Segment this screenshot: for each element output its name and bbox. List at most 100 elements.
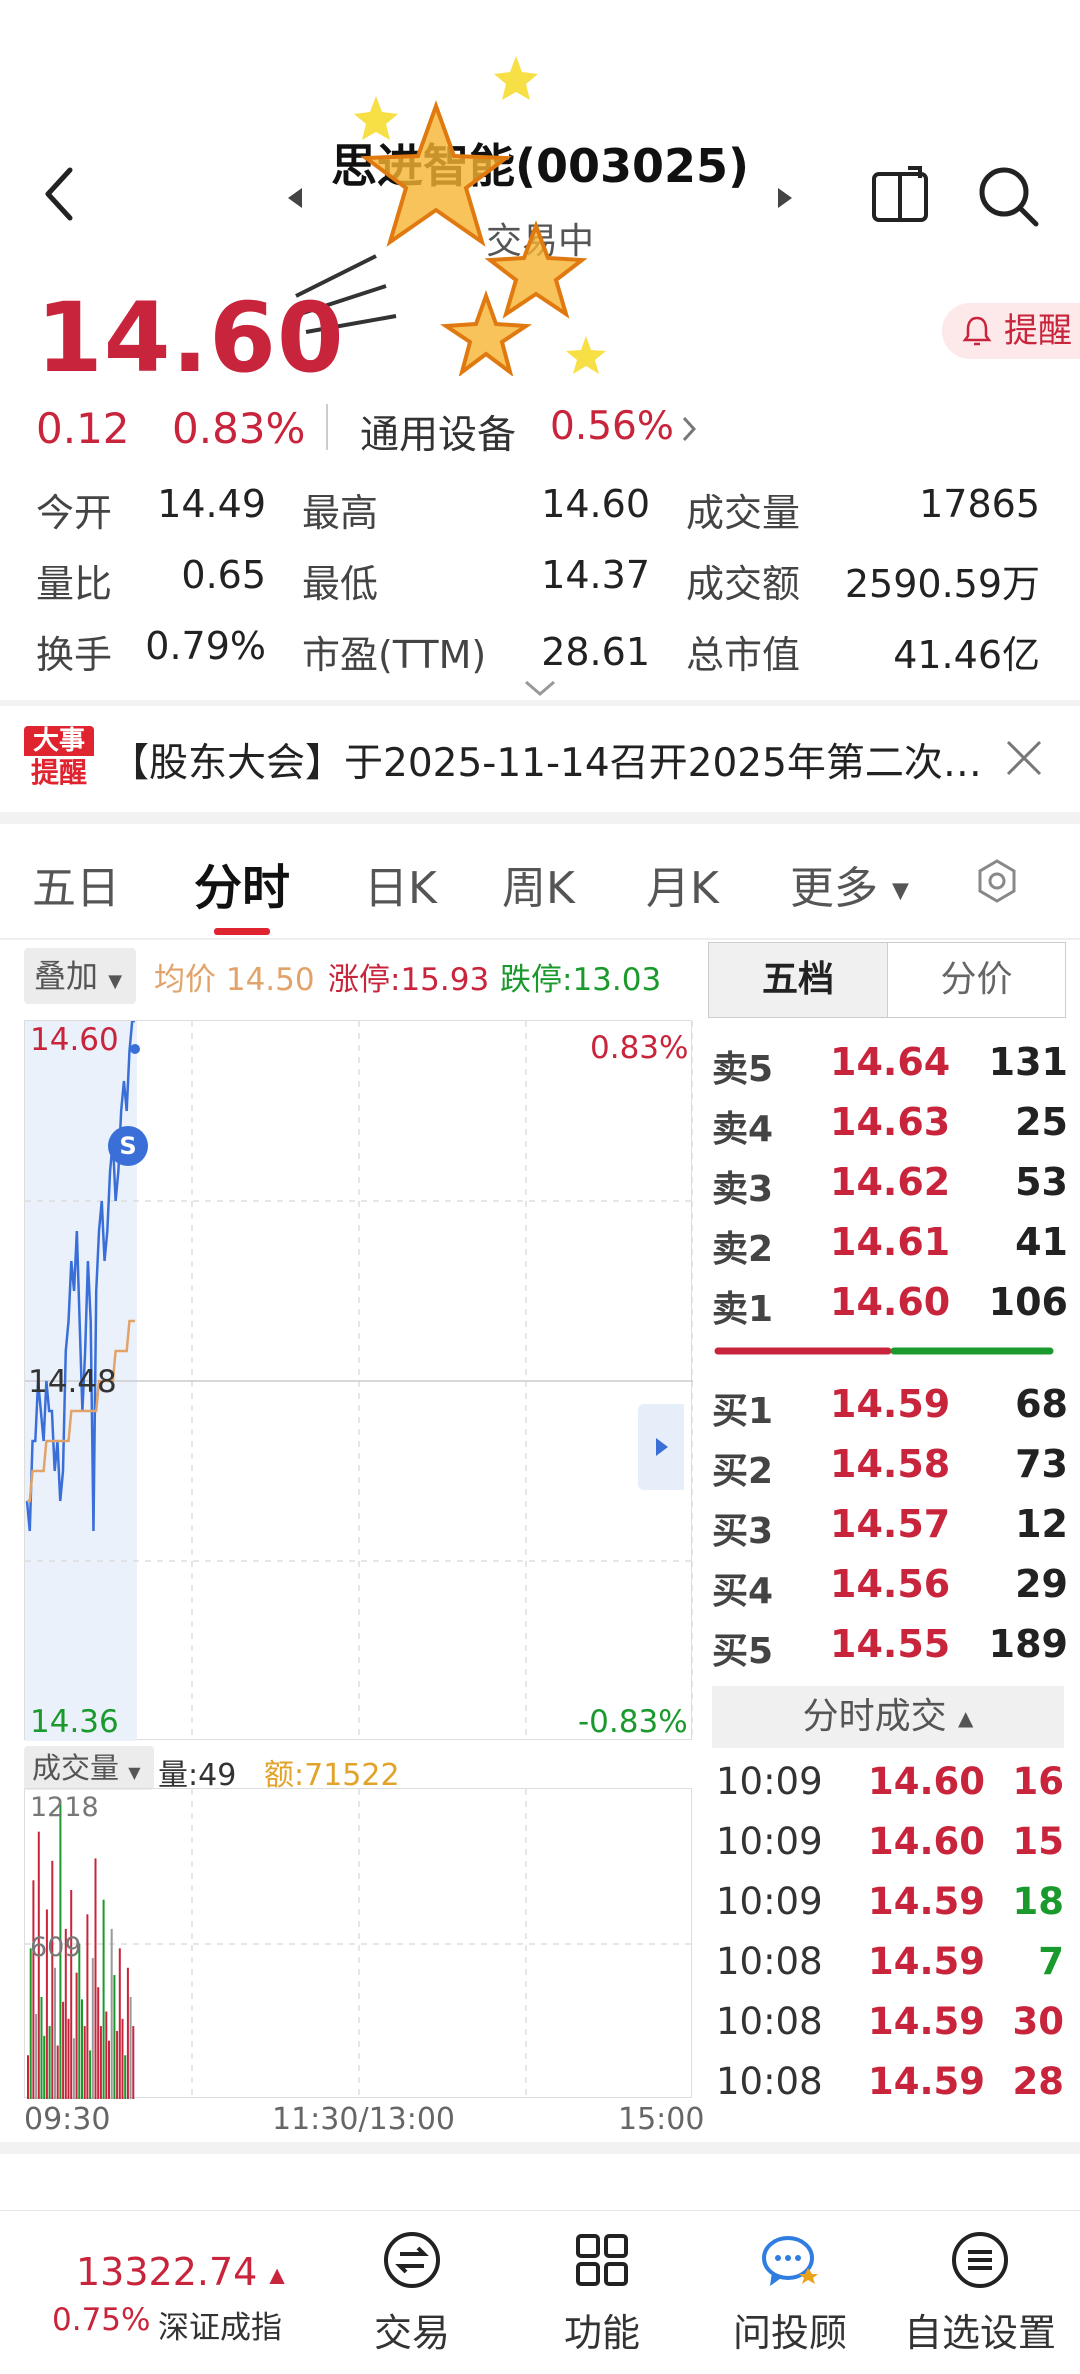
stat-open-label: 今开 xyxy=(36,491,113,535)
close-icon[interactable] xyxy=(1004,738,1044,778)
index-value[interactable]: 13322.74 ▲ xyxy=(76,2250,285,2294)
tick-volume: 30 xyxy=(1012,2000,1065,2043)
volume-bar xyxy=(83,2026,86,2099)
bids-level-label: 买4 xyxy=(712,1571,774,1612)
volume-bar xyxy=(70,1890,73,2099)
limit-up-label: 涨停:15.93 xyxy=(328,962,490,998)
bids-level-volume: 73 xyxy=(1015,1442,1068,1486)
sector-name[interactable]: 通用设备 xyxy=(360,404,516,460)
tab-price-dist[interactable]: 分价 xyxy=(887,943,1065,1017)
tab-weekly-k[interactable]: 周K xyxy=(502,852,575,916)
stat-turnover: 0.79% xyxy=(145,624,266,668)
volume-bar xyxy=(56,2045,59,2099)
remind-button[interactable]: 提醒 xyxy=(942,303,1080,359)
chevron-right-icon[interactable] xyxy=(680,414,700,444)
news-text[interactable]: 【股东大会】于2025-11-14召开2025年第二次… xyxy=(110,732,990,788)
stat-turnover-label: 换手 xyxy=(36,633,113,677)
tick-volume: 7 xyxy=(1038,1940,1064,1983)
asks-level-volume: 106 xyxy=(988,1280,1068,1324)
tab-daily-k[interactable]: 日K xyxy=(364,852,437,916)
caret-up-icon: ▲ xyxy=(269,2262,285,2287)
asks-level-price: 14.64 xyxy=(830,1040,951,1084)
tick-volume: 18 xyxy=(1012,1880,1065,1923)
y-axis-top: 14.60 xyxy=(30,1022,119,1058)
pct-axis-top: 0.83% xyxy=(590,1030,689,1066)
volume-chart[interactable] xyxy=(24,1788,693,2099)
search-icon[interactable] xyxy=(976,164,1042,230)
tab-five-levels[interactable]: 五档 xyxy=(709,943,887,1017)
tab-intraday[interactable]: 分时 xyxy=(194,848,290,918)
divider xyxy=(0,700,1080,706)
volume-selector[interactable]: 成交量 ▼ xyxy=(24,1746,154,1790)
tick-volume: 16 xyxy=(1012,1760,1065,1803)
nav-trade-label: 交易 xyxy=(373,2311,450,2355)
latest-price-dot xyxy=(130,1044,140,1054)
sector-pct[interactable]: 0.56% xyxy=(550,404,674,449)
tab-more[interactable]: 更多 ▼ xyxy=(790,852,909,916)
ticks-title: 分时成交 xyxy=(802,1696,947,1737)
stat-mcap-label: 总市值 xyxy=(686,633,801,677)
asks-level-label: 卖4 xyxy=(712,1109,774,1150)
stat-mcap: 41.46亿 xyxy=(893,633,1040,677)
time-mid: 11:30/13:00 xyxy=(272,2102,456,2137)
asks-level-volume: 25 xyxy=(1015,1100,1068,1144)
volume-bar xyxy=(89,2050,92,2099)
volume-bar xyxy=(91,1958,94,2099)
bids-level-price: 14.56 xyxy=(830,1562,951,1606)
nav-functions-label: 功能 xyxy=(563,2311,640,2355)
nav-settings-label: 自选设置 xyxy=(903,2311,1056,2355)
nav-trade[interactable]: 交易 xyxy=(342,2230,482,2357)
stat-amount-label: 成交额 xyxy=(686,562,801,606)
s-marker[interactable]: S xyxy=(108,1126,148,1166)
bids-level-volume: 12 xyxy=(1015,1502,1068,1546)
volume-bar xyxy=(48,2026,51,2099)
asks-level-label: 卖5 xyxy=(712,1049,774,1090)
expand-panel-button[interactable] xyxy=(638,1404,684,1490)
nav-functions[interactable]: 功能 xyxy=(532,2230,672,2357)
stat-high-label: 最高 xyxy=(302,491,379,535)
news-badge-top: 大事 xyxy=(24,726,94,756)
vol-axis-max: 1218 xyxy=(30,1792,99,1823)
asks-level-volume: 131 xyxy=(988,1040,1068,1084)
caret-down-icon: ▼ xyxy=(128,1763,141,1782)
volume-bar xyxy=(43,2035,46,2099)
next-stock-icon[interactable] xyxy=(774,186,794,210)
y-axis-mid: 14.48 xyxy=(28,1364,117,1400)
stat-vol: 17865 xyxy=(919,482,1040,526)
bids-level-volume: 189 xyxy=(988,1622,1068,1666)
trade-icon xyxy=(384,2232,440,2288)
bid-ask-ratio-bar xyxy=(714,1347,1054,1355)
tick-time: 10:09 xyxy=(716,1760,823,1803)
expand-chevron-icon[interactable] xyxy=(522,678,558,700)
volume-bar xyxy=(62,2001,65,2099)
bids-level-price: 14.55 xyxy=(830,1622,951,1666)
ticks-header[interactable]: 分时成交 ▲ xyxy=(712,1686,1064,1748)
stat-vol-label: 成交量 xyxy=(686,491,801,535)
chat-bubble-icon xyxy=(762,2236,818,2286)
divider xyxy=(326,404,328,450)
volume-bar xyxy=(132,2026,135,2099)
tick-time: 10:08 xyxy=(716,1940,823,1983)
tab-monthly-k[interactable]: 月K xyxy=(646,852,719,916)
overlay-button[interactable]: 叠加 ▼ xyxy=(24,948,136,1004)
volume-bar xyxy=(116,2030,119,2099)
limit-down-label: 跌停:13.03 xyxy=(500,962,662,998)
chart-settings-icon[interactable] xyxy=(974,858,1020,904)
tab-five-day[interactable]: 五日 xyxy=(32,852,120,916)
split-view-icon[interactable] xyxy=(870,164,932,226)
asks-level-label: 卖1 xyxy=(712,1289,774,1330)
stat-open: 14.49 xyxy=(157,482,266,526)
index-value-text: 13322.74 xyxy=(76,2250,258,2294)
bids-level-volume: 29 xyxy=(1015,1562,1068,1606)
nav-advisor[interactable]: 问投顾 xyxy=(720,2230,860,2357)
volume-bar xyxy=(99,2026,102,2099)
tick-time: 10:08 xyxy=(716,2060,823,2103)
stat-ratio-label: 量比 xyxy=(36,562,113,606)
stat-ratio: 0.65 xyxy=(181,553,266,597)
remind-label: 提醒 xyxy=(1004,311,1072,351)
caret-up-icon: ▲ xyxy=(958,1706,974,1730)
nav-settings[interactable]: 自选设置 xyxy=(900,2230,1060,2357)
asks-level-volume: 53 xyxy=(1015,1160,1068,1204)
divider xyxy=(0,812,1080,824)
volume-bar xyxy=(72,2038,75,2099)
